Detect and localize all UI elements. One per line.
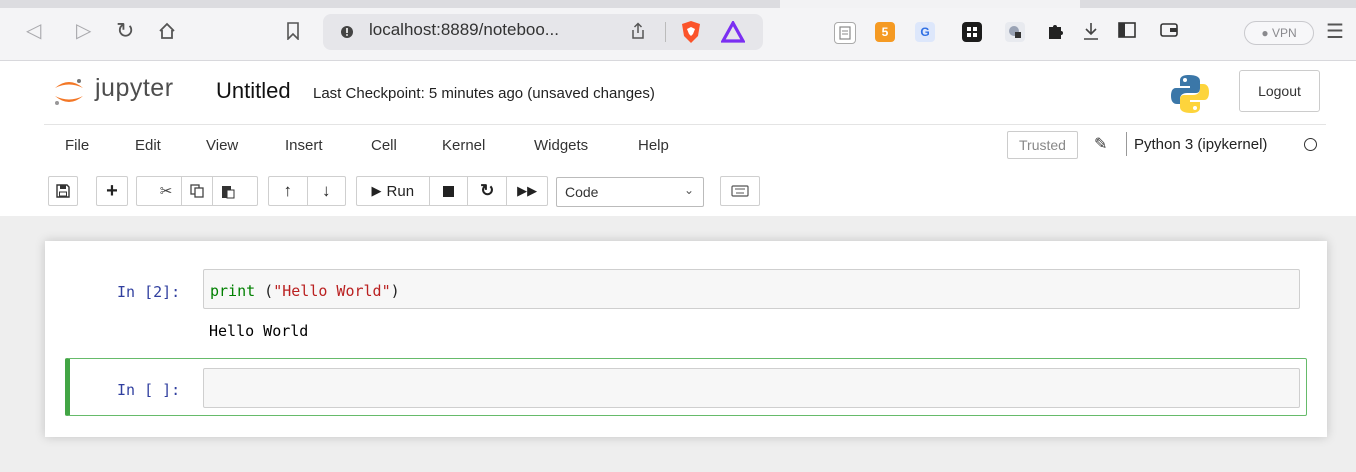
home-icon[interactable] <box>158 22 176 40</box>
stop-icon <box>443 185 454 197</box>
code-string-literal: "Hello World" <box>273 282 391 300</box>
code-paren-close: ) <box>390 282 400 300</box>
notebook-title[interactable]: Untitled <box>216 78 291 104</box>
python-logo-icon <box>1168 72 1212 116</box>
checkpoint-status: Last Checkpoint: 5 minutes ago (unsaved … <box>313 85 655 102</box>
url-separator <box>665 22 666 42</box>
cell-type-value: Code <box>565 184 599 200</box>
restart-button[interactable]: ↻ <box>468 177 508 205</box>
back-icon[interactable]: ◁ <box>26 18 41 43</box>
download-icon[interactable] <box>1082 21 1100 41</box>
translate-ext-icon[interactable]: G <box>915 22 935 42</box>
plus-icon: + <box>106 179 118 202</box>
fast-forward-icon: ▶▶ <box>517 183 538 198</box>
move-up-button[interactable]: ↑ <box>269 177 308 205</box>
scissors-icon: ✂ <box>159 183 173 200</box>
edit-button-group: ✂ <box>136 176 258 206</box>
insert-cell-button[interactable]: + <box>96 176 128 206</box>
restart-run-all-button[interactable]: ▶▶ <box>507 177 547 205</box>
trusted-indicator[interactable]: Trusted <box>1007 131 1078 159</box>
chevron-down-icon: ⌄ <box>683 183 694 197</box>
kernel-divider <box>1126 132 1127 156</box>
reader-ext-icon[interactable] <box>834 22 856 44</box>
move-button-group: ↑ ↓ <box>268 176 346 206</box>
lock-ext-icon[interactable] <box>1005 22 1025 42</box>
arrow-down-icon: ↓ <box>322 181 331 200</box>
run-button-group: ▶ Run ↻ ▶▶ <box>356 176 548 206</box>
interrupt-button[interactable] <box>430 177 469 205</box>
menu-file[interactable]: File <box>65 137 89 154</box>
paste-icon <box>222 185 235 198</box>
browser-tab-strip <box>0 0 1356 8</box>
share-icon[interactable] <box>630 22 646 40</box>
cell-2-input-prompt: In [ ]: <box>117 381 181 399</box>
arrow-up-icon: ↑ <box>283 181 293 200</box>
html5-ext-icon[interactable]: 5 <box>875 22 895 42</box>
brave-shield-icon[interactable] <box>680 20 702 44</box>
menu-kernel[interactable]: Kernel <box>442 137 485 154</box>
reload-icon[interactable]: ↻ <box>116 18 134 44</box>
url-text[interactable]: localhost:8889/noteboo... <box>369 20 559 40</box>
sidebar-icon[interactable] <box>1118 22 1136 38</box>
jupyter-logo-icon[interactable] <box>52 77 86 107</box>
paste-button[interactable] <box>213 177 243 205</box>
keyboard-icon <box>731 185 749 197</box>
cell-2-code-editor[interactable] <box>203 368 1300 408</box>
site-info-icon[interactable] <box>340 25 354 39</box>
jupyter-logo-text[interactable]: jupyter <box>95 74 174 103</box>
cell-1-code-text[interactable]: print ("Hello World") <box>210 282 400 300</box>
play-icon: ▶ <box>371 183 382 198</box>
run-button[interactable]: ▶ Run <box>357 177 430 205</box>
restart-icon: ↻ <box>480 181 495 200</box>
extensions-puzzle-icon[interactable] <box>1046 21 1066 41</box>
copy-button[interactable] <box>182 177 213 205</box>
brave-rewards-icon[interactable] <box>721 21 745 43</box>
menu-hamburger-icon[interactable]: ☰ <box>1326 19 1344 44</box>
run-button-label: Run <box>386 182 415 200</box>
menu-insert[interactable]: Insert <box>285 137 323 154</box>
cell-type-select[interactable]: Code ⌄ <box>556 177 704 207</box>
cell-1-output: Hello World <box>209 322 309 340</box>
kernel-idle-indicator-icon <box>1304 138 1317 151</box>
jupyter-header <box>0 61 1356 121</box>
wallet-icon[interactable] <box>1160 22 1178 38</box>
code-paren-open: ( <box>255 282 274 300</box>
menu-view[interactable]: View <box>206 137 238 154</box>
cut-button[interactable]: ✂ <box>151 177 182 205</box>
command-palette-button[interactable] <box>720 176 760 206</box>
browser-active-tab[interactable] <box>780 0 1080 8</box>
edit-mode-pencil-icon: ✎ <box>1094 136 1108 153</box>
menu-help[interactable]: Help <box>638 137 669 154</box>
menu-edit[interactable]: Edit <box>135 137 161 154</box>
copy-icon <box>190 184 204 198</box>
menu-widgets[interactable]: Widgets <box>534 137 588 154</box>
logout-button[interactable]: Logout <box>1239 70 1320 112</box>
move-down-button[interactable]: ↓ <box>308 177 346 205</box>
grid-ext-icon[interactable] <box>962 22 982 42</box>
code-keyword-print: print <box>210 282 256 300</box>
kernel-name[interactable]: Python 3 (ipykernel) <box>1134 136 1267 153</box>
menu-cell[interactable]: Cell <box>371 137 397 154</box>
save-button[interactable] <box>48 176 78 206</box>
vpn-button[interactable]: ● VPN <box>1244 21 1314 45</box>
forward-icon[interactable]: ▷ <box>76 18 91 43</box>
bookmark-icon[interactable] <box>286 22 300 40</box>
save-icon <box>56 184 70 198</box>
cell-1-input-prompt: In [2]: <box>117 283 181 301</box>
